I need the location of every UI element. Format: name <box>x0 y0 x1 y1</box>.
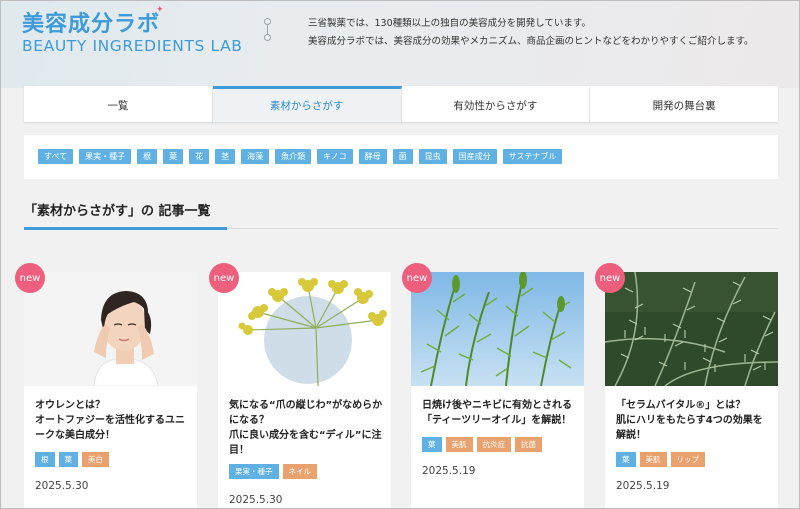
filter-tag-stem[interactable]: 茎 <box>215 149 236 164</box>
article-tag[interactable]: 美肌 <box>445 437 473 452</box>
material-filter-bar: すべて 果実・種子 根 葉 花 茎 海藻 魚介類 キノコ 酵母 菌 昆虫 国産成… <box>24 135 778 179</box>
sparkle-icon: ✦ <box>156 5 164 15</box>
site-logo-jp[interactable]: 美容成分ラボ <box>22 6 160 38</box>
new-badge: new <box>209 263 239 293</box>
rosemary-icon <box>605 272 778 386</box>
filter-tag-seaweed[interactable]: 海藻 <box>241 149 270 164</box>
article-date: 2025.5.30 <box>229 494 283 506</box>
filter-tag-domestic[interactable]: 国産成分 <box>452 149 497 164</box>
article-tag[interactable]: リップ <box>670 452 705 467</box>
category-tabs: 一覧 素材からさがす 有効性からさがす 開発の舞台裏 <box>24 86 778 122</box>
article-thumbnail[interactable] <box>218 272 391 386</box>
article-tag[interactable]: 抗炎症 <box>476 437 511 452</box>
article-tag[interactable]: 葉 <box>616 452 636 467</box>
filter-tag-all[interactable]: すべて <box>38 149 74 164</box>
filter-tag-insect[interactable]: 昆虫 <box>418 149 447 164</box>
filter-tag-mushroom[interactable]: キノコ <box>317 149 353 164</box>
woman-portrait-icon <box>24 272 197 386</box>
section-rule-accent <box>24 227 227 230</box>
article-card[interactable]: 「セラムバイタル®」とは？ 肌にハリをもたらす4つの効果を解説！ 葉 美肌 リッ… <box>605 272 778 509</box>
dill-flower-icon <box>218 272 391 386</box>
article-tags: 果実・種子 ネイル <box>229 464 321 479</box>
article-title[interactable]: 日焼け後やニキビに有効とされる「ティーツリーオイル」を解説！ <box>422 398 577 428</box>
article-thumbnail[interactable] <box>24 272 197 386</box>
filter-tag-yeast[interactable]: 酵母 <box>358 149 387 164</box>
tab-materials[interactable]: 素材からさがす <box>212 86 402 122</box>
article-title[interactable]: 気になる“爪の縦じわ”がなめらかになる？ 爪に良い成分を含む“ディル”に注目！ <box>229 398 384 458</box>
filter-tag-bacteria[interactable]: 菌 <box>392 149 413 164</box>
article-thumbnail[interactable] <box>605 272 778 386</box>
new-badge: new <box>402 263 432 293</box>
filter-tag-flower[interactable]: 花 <box>189 149 210 164</box>
article-tag[interactable]: ネイル <box>282 464 317 479</box>
article-title[interactable]: オウレンとは？ オートファジーを活性化するユニークな美白成分！ <box>35 398 190 443</box>
tab-list[interactable]: 一覧 <box>24 86 213 122</box>
article-tag[interactable]: 果実・種子 <box>229 464 279 479</box>
article-tag[interactable]: 抗菌 <box>515 437 542 452</box>
article-tag[interactable]: 美白 <box>82 452 109 467</box>
new-badge: new <box>15 263 45 293</box>
filter-tag-root[interactable]: 根 <box>137 149 158 164</box>
header-tagline-1: 三省製薬では、130種類以上の独自の美容成分を開発しています。 <box>308 18 591 29</box>
filter-tag-sustainable[interactable]: サステナブル <box>502 149 563 164</box>
section-title: 「素材からさがす」の 記事一覧 <box>24 204 211 219</box>
tab-behind-scenes[interactable]: 開発の舞台裏 <box>590 86 778 122</box>
tea-tree-icon <box>411 272 584 386</box>
divider-dot-icon <box>264 34 271 41</box>
article-title[interactable]: 「セラムバイタル®」とは？ 肌にハリをもたらす4つの効果を解説！ <box>616 398 771 443</box>
article-tags: 葉 美肌 抗炎症 抗菌 <box>422 437 546 452</box>
article-date: 2025.5.19 <box>422 465 476 477</box>
article-tag[interactable]: 葉 <box>58 452 78 467</box>
filter-tag-seafood[interactable]: 魚介類 <box>275 149 312 164</box>
filter-tag-fruit-seed[interactable]: 果実・種子 <box>79 149 132 164</box>
filter-tag-leaf[interactable]: 葉 <box>163 149 184 164</box>
article-card[interactable]: オウレンとは？ オートファジーを活性化するユニークな美白成分！ 根 葉 美白 2… <box>24 272 197 509</box>
new-badge: new <box>595 263 625 293</box>
tab-efficacy[interactable]: 有効性からさがす <box>401 86 591 122</box>
article-date: 2025.5.30 <box>35 480 89 492</box>
site-logo-en[interactable]: BEAUTY INGREDIENTS LAB <box>22 37 243 55</box>
article-tag[interactable]: 根 <box>35 452 55 467</box>
site-header: 美容成分ラボ ✦ BEAUTY INGREDIENTS LAB 三省製薬では、1… <box>0 0 800 88</box>
article-thumbnail[interactable] <box>411 272 584 386</box>
article-tag[interactable]: 美肌 <box>639 452 667 467</box>
article-tags: 根 葉 美白 <box>35 452 113 467</box>
article-card[interactable]: 日焼け後やニキビに有効とされる「ティーツリーオイル」を解説！ 葉 美肌 抗炎症 … <box>411 272 584 509</box>
article-tags: 葉 美肌 リップ <box>616 452 709 467</box>
divider-dot-icon <box>264 18 271 25</box>
article-date: 2025.5.19 <box>616 480 670 492</box>
article-card[interactable]: 気になる“爪の縦じわ”がなめらかになる？ 爪に良い成分を含む“ディル”に注目！ … <box>218 272 391 509</box>
article-tag[interactable]: 葉 <box>422 437 442 452</box>
header-tagline-2: 美容成分ラボでは、美容成分の効果やメカニズム、商品企画のヒントなどをわかりやすく… <box>308 36 754 47</box>
